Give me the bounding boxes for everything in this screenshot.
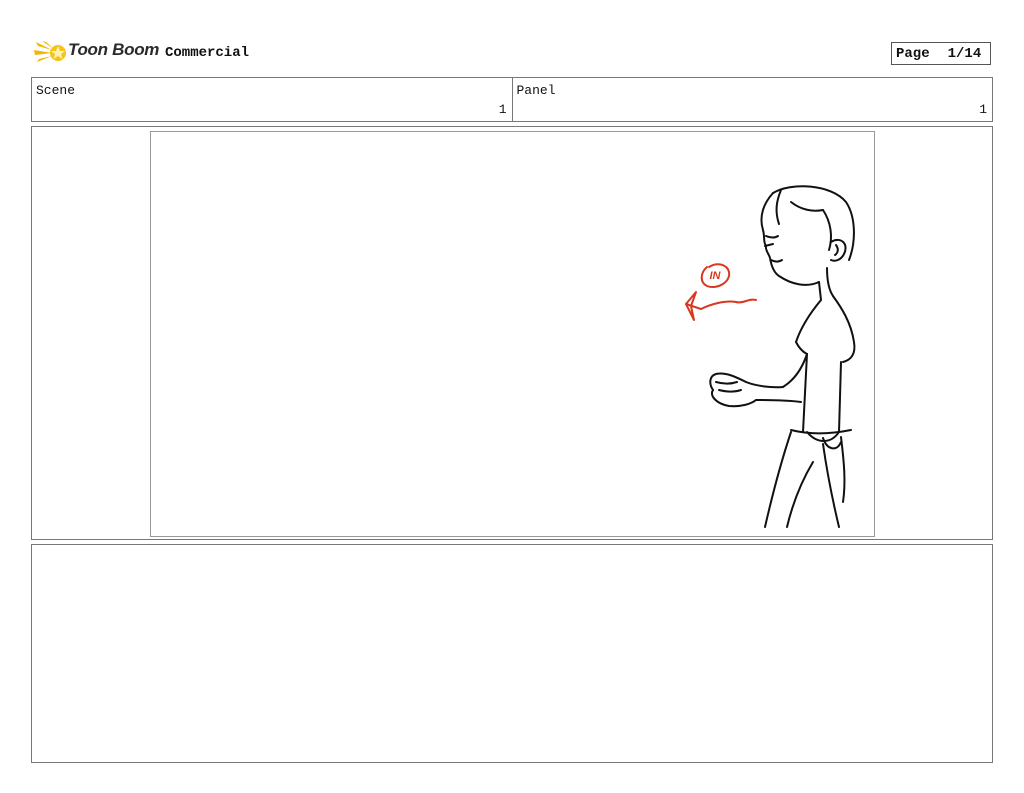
scene-cell: Scene 1	[32, 78, 513, 121]
page-label: Page	[896, 45, 930, 62]
panel-label: Panel	[516, 83, 556, 98]
scene-label: Scene	[36, 83, 76, 98]
notes-panel[interactable]	[31, 544, 993, 763]
entry-direction-annotation	[685, 263, 757, 321]
character-sketch: IN	[685, 185, 856, 528]
camera-frame[interactable]: IN	[150, 131, 875, 537]
project-title: Commercial	[165, 45, 250, 61]
annotation-label: IN	[710, 270, 722, 282]
arrow-tail	[700, 298, 757, 310]
panel-number: 1	[979, 102, 987, 117]
page-number: 1/14	[947, 45, 982, 62]
storyboard-image-panel: IN	[31, 126, 993, 540]
scene-panel-row: Scene 1 Panel 1	[31, 77, 993, 122]
brand-name: Toon Boom	[68, 40, 160, 59]
panel-cell: Panel 1	[513, 78, 993, 121]
scene-number: 1	[498, 102, 507, 117]
page-indicator: Page 1/14	[891, 42, 991, 65]
character-figure	[709, 185, 856, 528]
